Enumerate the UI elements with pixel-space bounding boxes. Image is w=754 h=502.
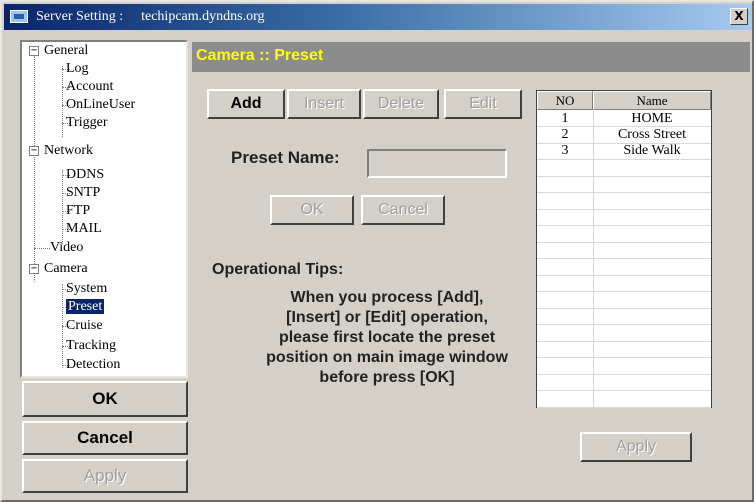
title-bar[interactable]: Server Setting : techipcam.dyndns.org X: [4, 4, 752, 30]
delete-button[interactable]: Delete: [363, 89, 439, 119]
row-no: 1: [561, 111, 569, 126]
tips-line: [Insert] or [Edit] operation,: [286, 309, 488, 326]
edit-button[interactable]: Edit: [444, 89, 522, 119]
server-monitor-icon: [10, 8, 30, 26]
tree-item-onlineuser[interactable]: OnLineUser: [66, 96, 135, 114]
form-ok-button[interactable]: OK: [270, 195, 354, 225]
ok-button[interactable]: OK: [22, 381, 188, 417]
tree-item-general[interactable]: General: [44, 42, 88, 60]
tree-item-cruise[interactable]: Cruise: [66, 317, 103, 335]
table-grid-line: [537, 275, 711, 276]
table-grid-line: [537, 291, 711, 292]
table-grid-line: [537, 407, 711, 408]
row-no: 2: [561, 127, 569, 142]
tips-line: position on main image window: [266, 349, 508, 366]
tree-item-mail[interactable]: MAIL: [66, 220, 102, 238]
table-grid-line: [537, 374, 711, 375]
table-grid-line: [537, 357, 711, 358]
section-header: Camera :: Preset: [192, 42, 750, 72]
column-header-no[interactable]: NO: [537, 91, 593, 110]
tree-item-preset[interactable]: Preset: [64, 298, 106, 315]
table-grid-line: [537, 341, 711, 342]
tree-item-network[interactable]: Network: [44, 142, 93, 160]
column-header-name[interactable]: Name: [593, 91, 711, 110]
close-button[interactable]: X: [730, 8, 748, 25]
row-no: 3: [561, 143, 569, 158]
tree-general-line: [62, 66, 63, 137]
tips-text: When you process [Add], [Insert] or [Edi…: [222, 288, 552, 388]
tree-item-system[interactable]: System: [66, 280, 107, 298]
add-button[interactable]: Add: [207, 89, 285, 119]
table-grid-line: [537, 308, 711, 309]
table-grid-line: [537, 324, 711, 325]
table-grid-line: [537, 192, 711, 193]
tree-item-account[interactable]: Account: [66, 78, 113, 96]
table-grid-line: [537, 225, 711, 226]
row-name: Side Walk: [623, 143, 681, 158]
tips-heading: Operational Tips:: [212, 261, 344, 278]
insert-button[interactable]: Insert: [287, 89, 361, 119]
row-name: HOME: [631, 111, 673, 126]
tree-item-tracking[interactable]: Tracking: [66, 337, 116, 355]
apply-button-left[interactable]: Apply: [22, 459, 188, 493]
settings-tree[interactable]: − General Log Account OnLineUser Trigger…: [20, 40, 188, 378]
tips-line: please first locate the preset: [278, 329, 496, 346]
table-grid-line: [537, 176, 711, 177]
tree-item-log[interactable]: Log: [66, 60, 89, 78]
tips-line: When you process [Add],: [290, 289, 484, 306]
window-title: Server Setting :: [36, 9, 124, 24]
preset-name-input[interactable]: [367, 149, 507, 178]
tree-item-camera[interactable]: Camera: [44, 260, 88, 278]
table-grid-line: [537, 242, 711, 243]
form-cancel-button[interactable]: Cancel: [361, 195, 445, 225]
row-name: Cross Street: [617, 127, 687, 142]
tree-item-ddns[interactable]: DDNS: [66, 166, 104, 184]
table-grid-line: [537, 258, 711, 259]
page-title: Camera :: Preset: [196, 47, 324, 64]
server-host: techipcam.dyndns.org: [141, 9, 265, 24]
apply-button-right[interactable]: Apply: [580, 432, 692, 462]
tree-network-line: [62, 170, 63, 244]
tree-item-ftp[interactable]: FTP: [66, 202, 90, 220]
tree-item-trigger[interactable]: Trigger: [66, 114, 108, 132]
tree-item-sntp[interactable]: SNTP: [66, 184, 100, 202]
table-grid-line: [537, 390, 711, 391]
tips-line: before press [OK]: [319, 369, 455, 386]
preset-name-label: Preset Name:: [231, 148, 340, 167]
tree-item-video[interactable]: Video: [50, 239, 83, 257]
collapse-network-icon[interactable]: −: [29, 146, 39, 156]
collapse-general-icon[interactable]: −: [29, 46, 39, 56]
table-grid-line: [537, 209, 711, 210]
table-grid-line: [537, 159, 711, 160]
preset-table[interactable]: NO Name 1 HOME 2 Cross Street 3 Side Wal…: [536, 90, 712, 408]
collapse-camera-icon[interactable]: −: [29, 264, 39, 274]
tree-item-detection[interactable]: Detection: [66, 356, 120, 374]
cancel-button[interactable]: Cancel: [22, 421, 188, 455]
